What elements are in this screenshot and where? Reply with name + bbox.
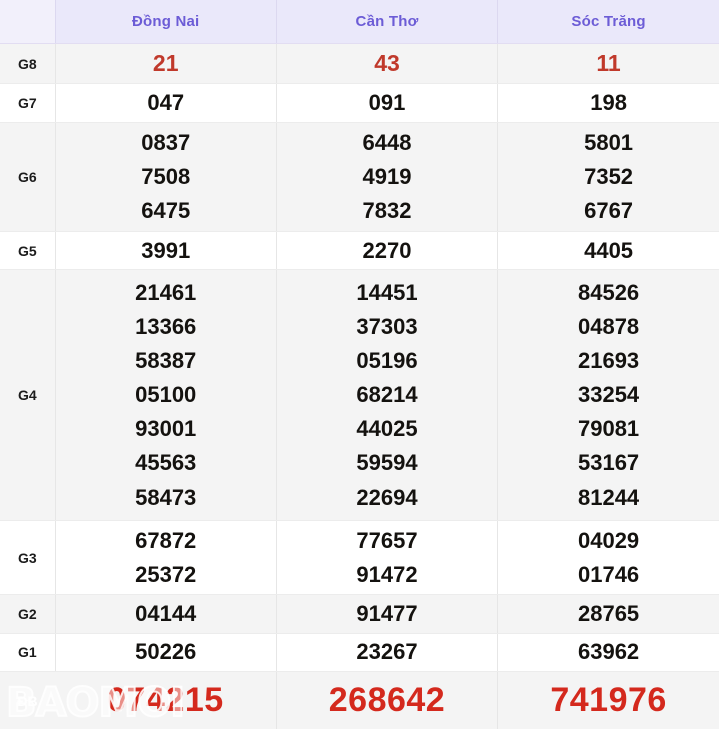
- prize-value-g6-dong-nai: 0837 7508 6475: [55, 122, 277, 232]
- table-row-db: ĐB 074215 268642 741976: [0, 671, 719, 729]
- prize-number: 44025: [356, 416, 418, 442]
- prize-label-g3: G3: [0, 520, 56, 596]
- prize-number: 4919: [362, 163, 412, 189]
- prize-value-g8-dong-nai: 21: [55, 43, 277, 85]
- lottery-results-table: Đồng Nai Cần Thơ Sóc Trăng G8 21 43 11 G…: [0, 0, 719, 729]
- prize-label-g4: G4: [0, 269, 56, 522]
- prize-value-db-dong-nai: 074215: [55, 671, 277, 729]
- prize-value-g3-can-tho: 77657 91472: [276, 520, 499, 596]
- table-row-g4: G4 21461 13366 58387 05100 93001 45563 58473 1…: [0, 269, 719, 522]
- table-row-g3: G3 67872 25372 77657 91472 04029 01746: [0, 520, 719, 596]
- prize-number: 58473: [135, 484, 197, 510]
- prize-number: 91472: [356, 561, 418, 587]
- prize-value-g2-can-tho: 91477: [276, 594, 499, 634]
- table-row-g5: G5 3991 2270 4405: [0, 231, 719, 271]
- prize-number: 59594: [356, 450, 418, 476]
- prize-value-g3-soc-trang: 04029 01746: [497, 520, 719, 596]
- prize-number: 6475: [141, 197, 191, 223]
- prize-value-g7-can-tho: 091: [276, 83, 499, 123]
- prize-value-db-can-tho: 268642: [276, 671, 499, 729]
- prize-value-g5-dong-nai: 3991: [55, 231, 277, 271]
- prize-number: 5801: [584, 129, 634, 155]
- header-province-soc-trang: Sóc Trăng: [497, 0, 719, 44]
- prize-number: 67872: [135, 527, 197, 553]
- prize-label-g8: G8: [0, 43, 56, 85]
- prize-number: 45563: [135, 450, 197, 476]
- prize-label-g5: G5: [0, 231, 56, 271]
- prize-number: 84526: [577, 279, 640, 305]
- prize-number: 13366: [135, 314, 197, 340]
- prize-number: 7352: [584, 163, 634, 189]
- prize-value-db-soc-trang: 741976: [497, 671, 719, 729]
- prize-label-g2: G2: [0, 594, 56, 634]
- table-header-row: Đồng Nai Cần Thơ Sóc Trăng: [0, 0, 719, 44]
- table-row-g1: G1 50226 23267 63962: [0, 633, 719, 673]
- prize-number: 0837: [141, 129, 191, 155]
- prize-number: 05100: [135, 382, 197, 408]
- prize-value-g4-soc-trang: 84526 04878 21693 33254 79081 53167 81244: [497, 269, 719, 522]
- prize-number: 68214: [356, 382, 418, 408]
- prize-number: 05196: [356, 348, 418, 374]
- prize-value-g4-can-tho: 14451 37303 05196 68214 44025 59594 22694: [276, 269, 499, 522]
- header-province-can-tho: Cần Thơ: [276, 0, 499, 44]
- prize-value-g1-dong-nai: 50226: [55, 633, 277, 673]
- prize-value-g8-can-tho: 43: [276, 43, 499, 85]
- prize-value-g7-soc-trang: 198: [497, 83, 719, 123]
- table-row-g2: G2 04144 91477 28765: [0, 594, 719, 634]
- prize-number: 01746: [577, 561, 640, 587]
- prize-value-g3-dong-nai: 67872 25372: [55, 520, 277, 596]
- table-row-g7: G7 047 091 198: [0, 83, 719, 123]
- prize-number: 6448: [362, 129, 412, 155]
- prize-value-g2-soc-trang: 28765: [497, 594, 719, 634]
- prize-label-g1: G1: [0, 633, 56, 673]
- prize-number: 37303: [356, 314, 418, 340]
- prize-value-g1-soc-trang: 63962: [497, 633, 719, 673]
- prize-number: 25372: [135, 561, 197, 587]
- prize-number: 21461: [135, 279, 197, 305]
- prize-number: 79081: [577, 416, 640, 442]
- prize-number: 14451: [356, 279, 418, 305]
- prize-label-db: ĐB: [0, 671, 56, 729]
- prize-number: 81244: [577, 484, 640, 510]
- prize-value-g1-can-tho: 23267: [276, 633, 499, 673]
- prize-value-g2-dong-nai: 04144: [55, 594, 277, 634]
- prize-number: 04029: [577, 527, 640, 553]
- prize-number: 58387: [135, 348, 197, 374]
- header-province-dong-nai: Đồng Nai: [55, 0, 277, 44]
- prize-number: 22694: [356, 484, 418, 510]
- prize-value-g4-dong-nai: 21461 13366 58387 05100 93001 45563 58473: [55, 269, 277, 522]
- prize-number: 7832: [362, 197, 412, 223]
- prize-number: 21693: [577, 348, 640, 374]
- prize-value-g7-dong-nai: 047: [55, 83, 277, 123]
- prize-value-g5-soc-trang: 4405: [497, 231, 719, 271]
- table-row-g8: G8 21 43 11: [0, 43, 719, 85]
- prize-value-g6-can-tho: 6448 4919 7832: [276, 122, 499, 232]
- prize-label-g7: G7: [0, 83, 56, 123]
- header-corner-cell: [0, 0, 56, 44]
- prize-number: 04878: [577, 314, 640, 340]
- lottery-results-panel: Đồng Nai Cần Thơ Sóc Trăng G8 21 43 11 G…: [0, 0, 719, 729]
- prize-value-g8-soc-trang: 11: [497, 43, 719, 85]
- table-row-g6: G6 0837 7508 6475 6448 4919 7832 5801 7352 676…: [0, 122, 719, 232]
- prize-number: 7508: [141, 163, 191, 189]
- prize-number: 93001: [135, 416, 197, 442]
- prize-number: 53167: [577, 450, 640, 476]
- prize-number: 33254: [577, 382, 640, 408]
- prize-value-g6-soc-trang: 5801 7352 6767: [497, 122, 719, 232]
- prize-value-g5-can-tho: 2270: [276, 231, 499, 271]
- prize-number: 77657: [356, 527, 418, 553]
- prize-label-g6: G6: [0, 122, 56, 232]
- prize-number: 6767: [584, 197, 634, 223]
